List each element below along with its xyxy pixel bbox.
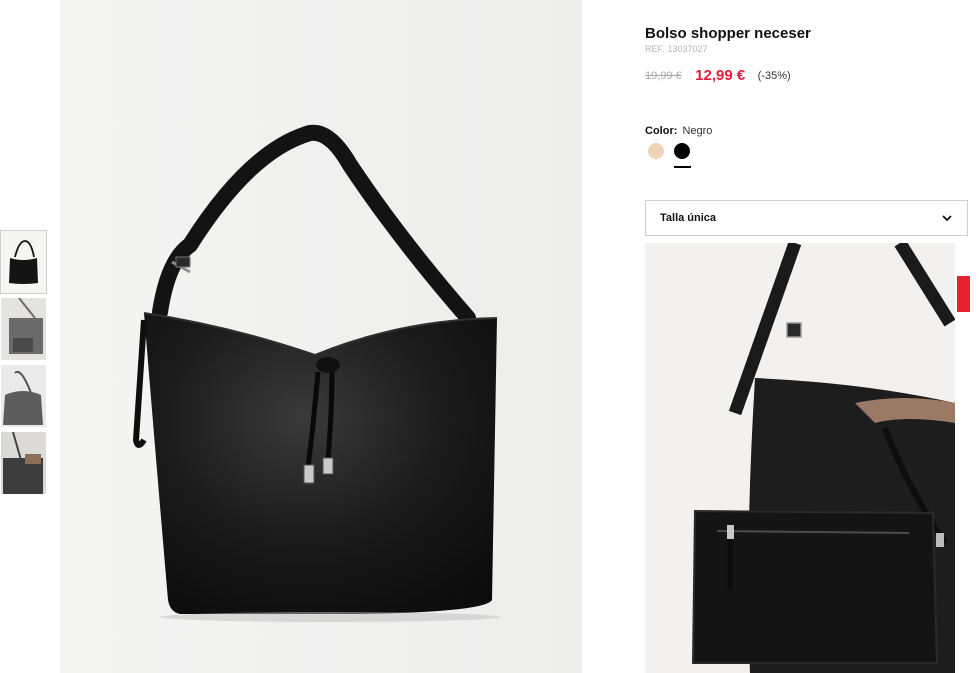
reference-number: 13037027	[667, 44, 708, 54]
bag-side-thumbnail-image	[1, 365, 46, 427]
bag-model-thumbnail-image	[1, 298, 46, 360]
thumbnail-bag-shoulder[interactable]	[1, 432, 46, 494]
thumbnail-bag-front[interactable]	[0, 230, 47, 294]
original-price: 19,99 €	[645, 69, 682, 82]
bag-front-thumbnail-image	[1, 231, 46, 293]
price-row: 19,99 € 12,99 € (-35%)	[645, 67, 791, 85]
main-product-image[interactable]	[60, 0, 582, 673]
bag-with-pouch-image	[645, 243, 955, 673]
size-dropdown-value: Talla única	[660, 212, 717, 224]
selected-color-name: Negro	[682, 125, 713, 137]
color-swatch-negro[interactable]	[674, 143, 690, 159]
color-selector-label: Color: Negro	[645, 125, 712, 137]
color-swatch-beige[interactable]	[648, 143, 664, 159]
product-reference: REF. 13037027	[645, 44, 708, 54]
black-shopper-bag-image	[60, 0, 582, 673]
chevron-down-icon	[942, 215, 952, 222]
selected-swatch-indicator	[674, 166, 691, 168]
discount-badge: (-35%)	[757, 69, 791, 82]
sale-price: 12,99 €	[695, 67, 746, 85]
color-label: Color:	[645, 125, 678, 137]
product-title: Bolso shopper neceser	[645, 25, 811, 42]
thumbnail-bag-side[interactable]	[1, 365, 46, 427]
bag-shoulder-thumbnail-image	[1, 432, 46, 494]
detail-product-image[interactable]	[645, 243, 955, 673]
side-feedback-tab[interactable]	[957, 276, 970, 312]
thumbnail-bag-model[interactable]	[1, 298, 46, 360]
size-dropdown[interactable]: Talla única	[645, 200, 968, 236]
reference-label: REF.	[645, 44, 665, 54]
